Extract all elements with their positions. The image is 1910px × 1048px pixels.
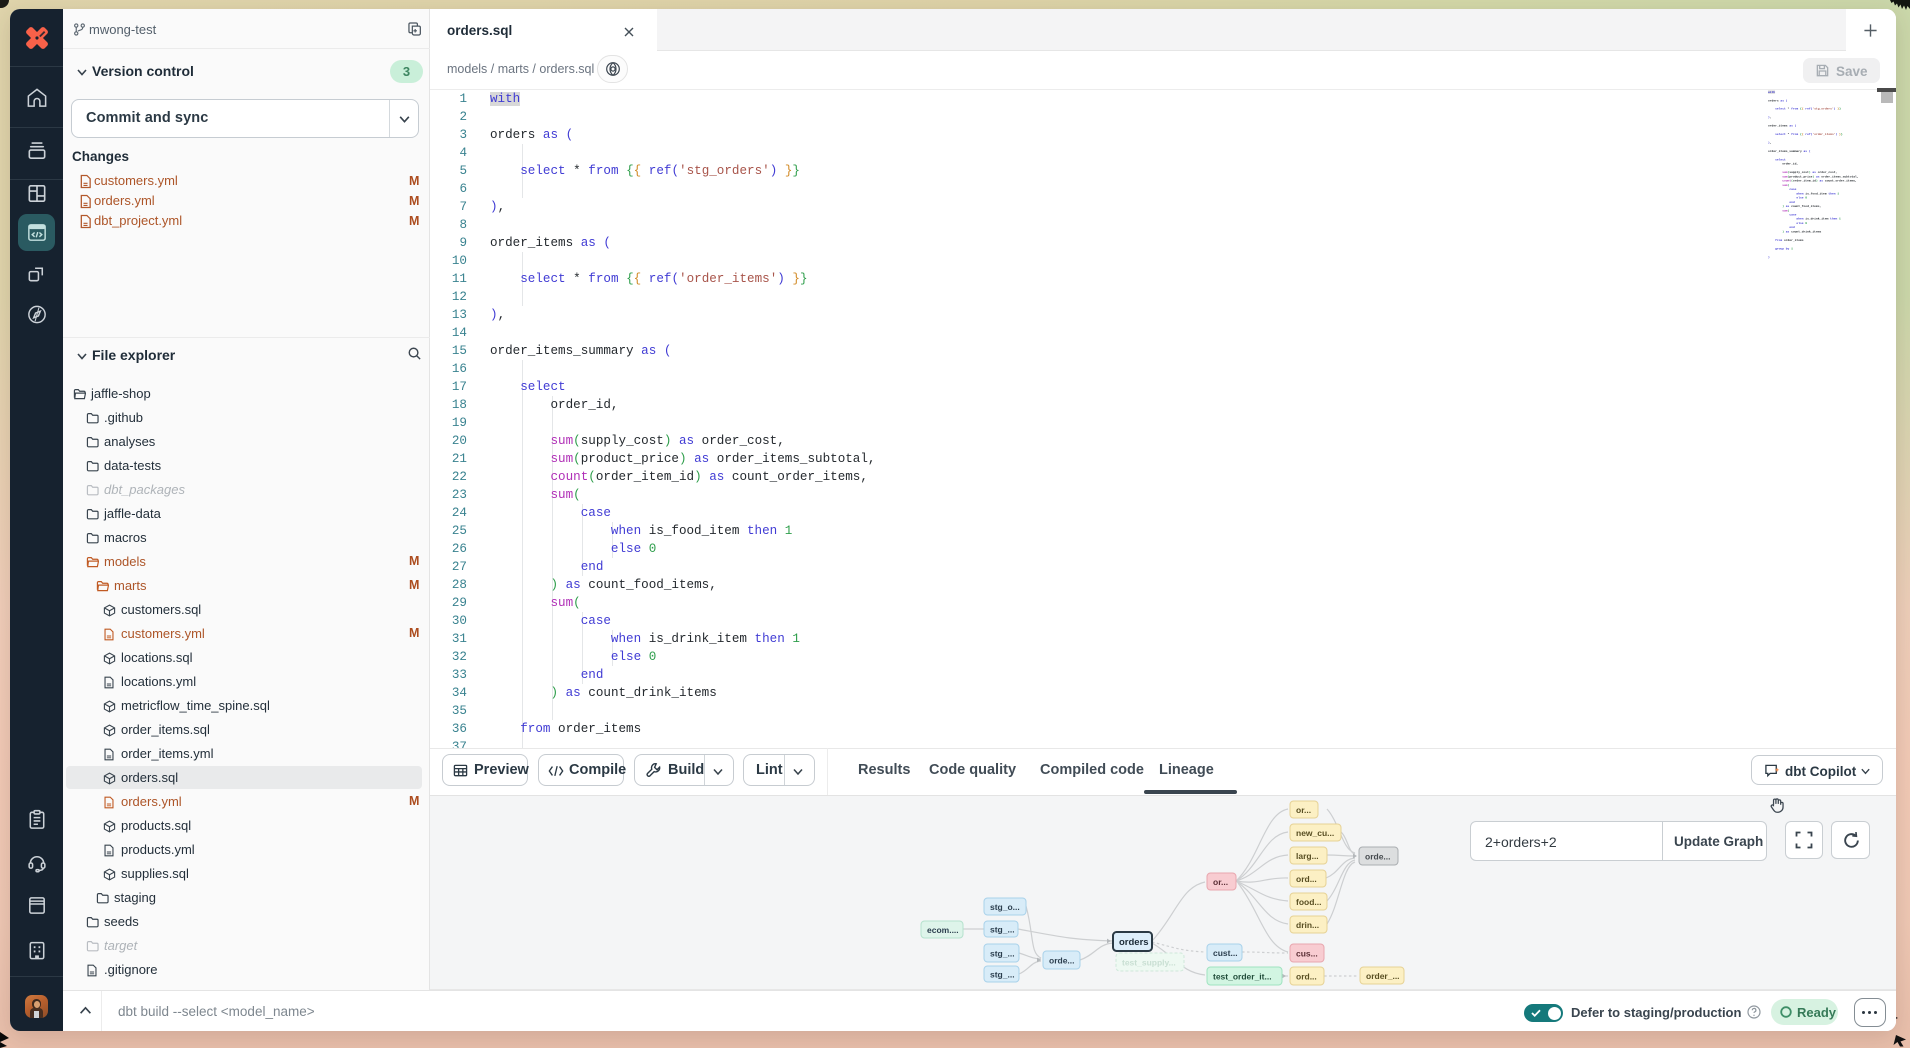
svg-text:stg_...: stg_...	[990, 925, 1015, 935]
svg-text:stg_...: stg_...	[990, 970, 1015, 980]
svg-text:ord...: ord...	[1296, 874, 1317, 884]
svg-text:stg_...: stg_...	[990, 949, 1015, 959]
svg-text:or...: or...	[1296, 805, 1311, 815]
svg-text:test_order_it...: test_order_it...	[1213, 972, 1272, 982]
svg-text:drin...: drin...	[1296, 920, 1319, 930]
svg-text:orde...: orde...	[1049, 956, 1075, 966]
svg-text:food...: food...	[1296, 897, 1322, 907]
svg-text:cus...: cus...	[1296, 949, 1318, 959]
svg-text:stg_o...: stg_o...	[990, 902, 1020, 912]
svg-text:new_cu...: new_cu...	[1296, 828, 1334, 838]
svg-text:order_...: order_...	[1366, 971, 1400, 981]
svg-text:orders: orders	[1119, 937, 1149, 948]
svg-text:orde...: orde...	[1365, 852, 1391, 862]
svg-text:ecom....: ecom....	[927, 925, 959, 935]
svg-text:test_supply...: test_supply...	[1122, 958, 1176, 968]
svg-text:cust...: cust...	[1213, 948, 1238, 958]
svg-text:or...: or...	[1213, 877, 1228, 887]
svg-text:larg...: larg...	[1296, 851, 1319, 861]
svg-text:ord...: ord...	[1296, 972, 1317, 982]
